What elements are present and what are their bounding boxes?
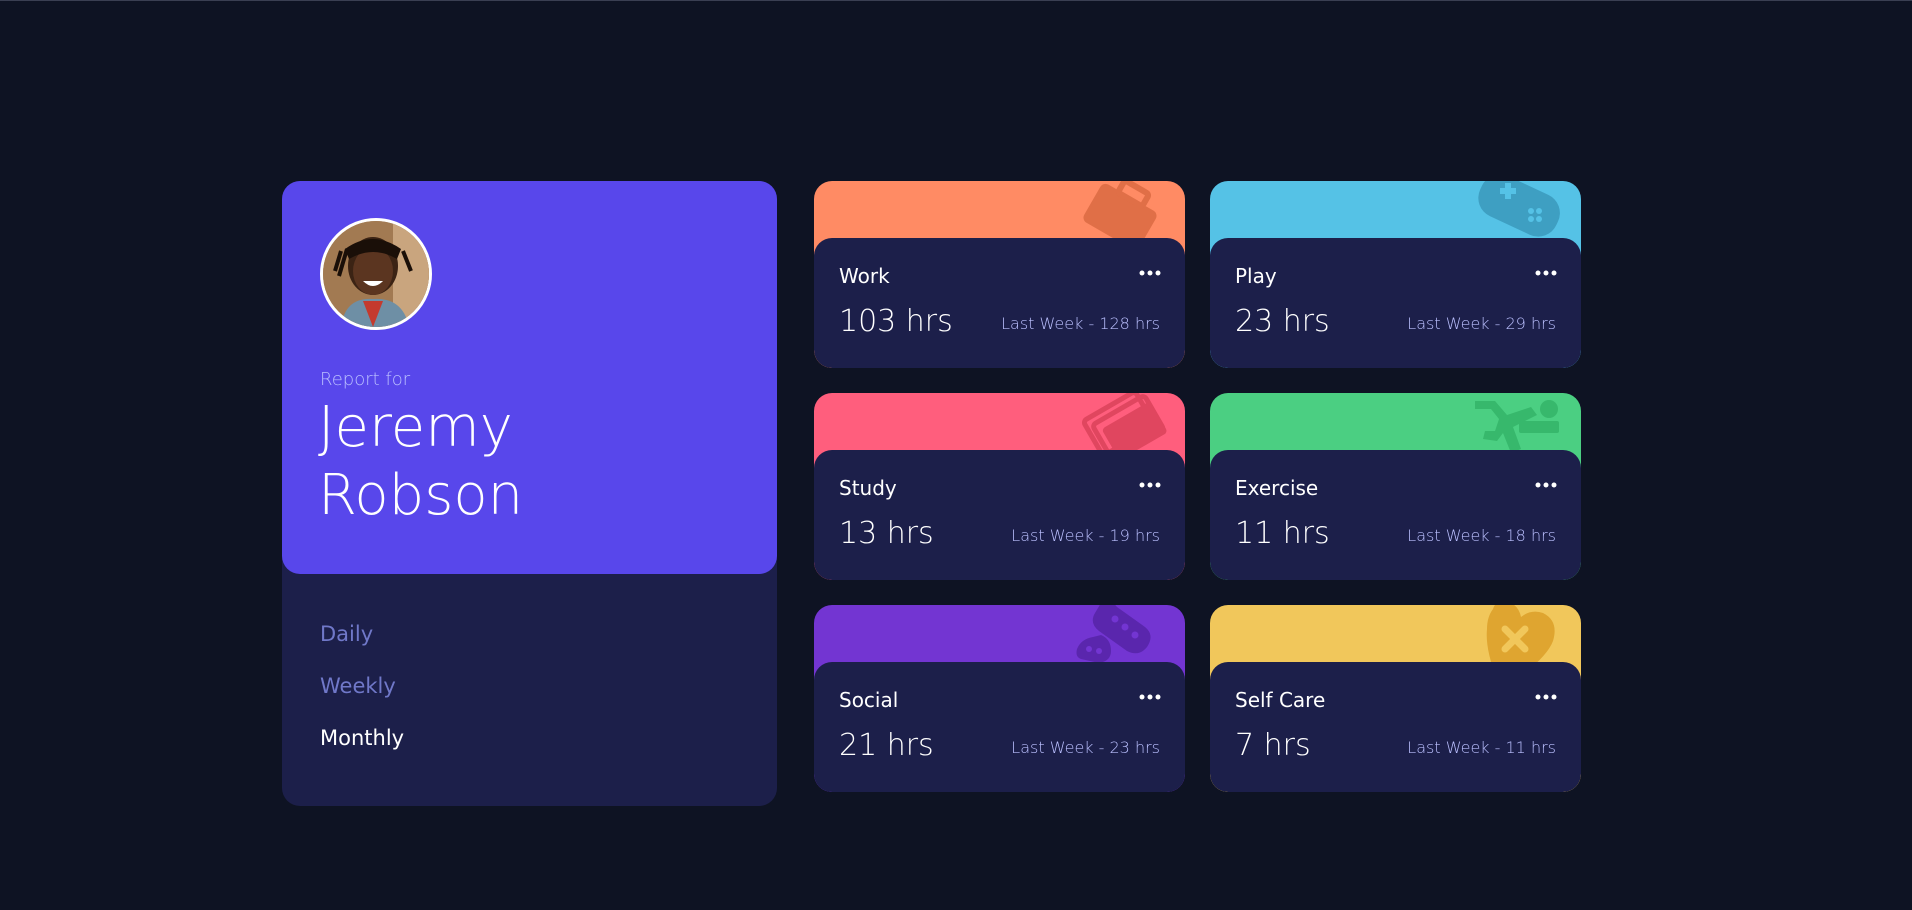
activity-title: Play — [1235, 264, 1277, 288]
activity-title: Self Care — [1235, 688, 1326, 712]
activity-title: Social — [839, 688, 899, 712]
activity-card-work: Work 103 hrs Last Week - 128 hrs — [814, 181, 1185, 368]
previous-hours: Last Week - 18 hrs — [1407, 526, 1556, 545]
ellipsis-icon[interactable] — [1535, 268, 1557, 278]
period-weekly[interactable]: Weekly — [320, 673, 404, 725]
activity-card-play: Play 23 hrs Last Week - 29 hrs — [1210, 181, 1581, 368]
activity-body: Work 103 hrs Last Week - 128 hrs — [814, 238, 1185, 368]
avatar — [320, 218, 432, 330]
activity-card-study: Study 13 hrs Last Week - 19 hrs — [814, 393, 1185, 580]
ellipsis-icon[interactable] — [1139, 692, 1161, 702]
current-hours: 7 hrs — [1235, 728, 1311, 763]
previous-hours: Last Week - 11 hrs — [1407, 738, 1556, 757]
avatar-image — [323, 221, 429, 327]
current-hours: 21 hrs — [839, 728, 934, 763]
activity-body: Social 21 hrs Last Week - 23 hrs — [814, 662, 1185, 792]
current-hours: 13 hrs — [839, 516, 934, 551]
activity-card-exercise: Exercise 11 hrs Last Week - 18 hrs — [1210, 393, 1581, 580]
period-daily[interactable]: Daily — [320, 621, 404, 673]
previous-hours: Last Week - 23 hrs — [1011, 738, 1160, 757]
time-tracking-dashboard: Report for Jeremy Robson Daily Weekly Mo… — [282, 181, 1582, 806]
previous-hours: Last Week - 19 hrs — [1011, 526, 1160, 545]
period-selector: Daily Weekly Monthly — [320, 621, 404, 777]
current-hours: 23 hrs — [1235, 304, 1330, 339]
ellipsis-icon[interactable] — [1139, 480, 1161, 490]
period-monthly[interactable]: Monthly — [320, 725, 404, 777]
activity-card-self-care: Self Care 7 hrs Last Week - 11 hrs — [1210, 605, 1581, 792]
top-border — [0, 0, 1912, 1]
current-hours: 11 hrs — [1235, 516, 1330, 551]
activity-body: Self Care 7 hrs Last Week - 11 hrs — [1210, 662, 1581, 792]
ellipsis-icon[interactable] — [1535, 692, 1557, 702]
profile-header: Report for Jeremy Robson — [282, 181, 777, 574]
user-name: Jeremy Robson — [318, 395, 524, 528]
activity-title: Study — [839, 476, 897, 500]
current-hours: 103 hrs — [839, 304, 953, 339]
ellipsis-icon[interactable] — [1139, 268, 1161, 278]
ellipsis-icon[interactable] — [1535, 480, 1557, 490]
previous-hours: Last Week - 128 hrs — [1001, 314, 1160, 333]
activity-card-social: Social 21 hrs Last Week - 23 hrs — [814, 605, 1185, 792]
report-for-label: Report for — [320, 369, 411, 390]
previous-hours: Last Week - 29 hrs — [1407, 314, 1556, 333]
activity-title: Work — [839, 264, 890, 288]
activity-body: Study 13 hrs Last Week - 19 hrs — [814, 450, 1185, 580]
activity-title: Exercise — [1235, 476, 1319, 500]
profile-card: Report for Jeremy Robson Daily Weekly Mo… — [282, 181, 777, 806]
activity-body: Play 23 hrs Last Week - 29 hrs — [1210, 238, 1581, 368]
activity-body: Exercise 11 hrs Last Week - 18 hrs — [1210, 450, 1581, 580]
